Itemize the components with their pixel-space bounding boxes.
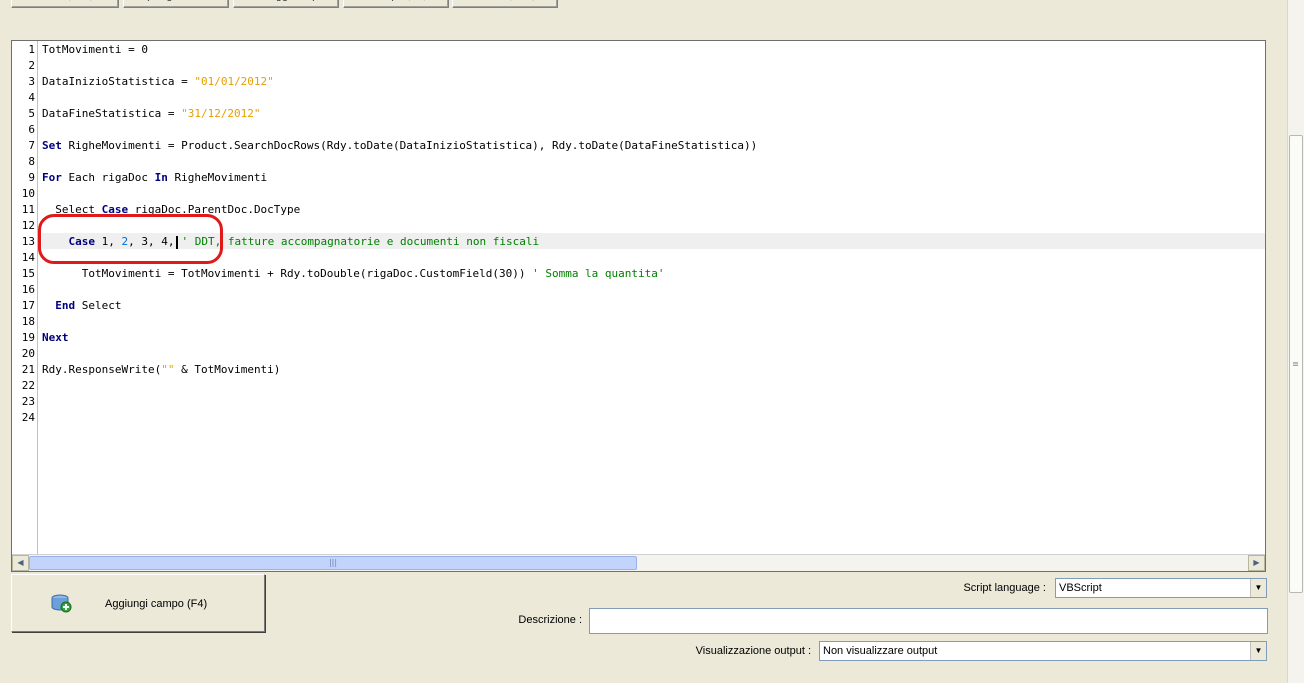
code-line[interactable]: Select Case rigaDoc.ParentDoc.DocType: [42, 201, 1265, 217]
script-language-label: Script language :: [963, 582, 1046, 594]
line-number: 3: [28, 75, 35, 88]
line-number: 23: [21, 395, 35, 408]
line-number: 19: [21, 331, 35, 344]
line-number: 16: [21, 283, 35, 296]
line-number: 15: [21, 267, 35, 280]
code-line[interactable]: [42, 185, 1265, 201]
code-line[interactable]: Set RigheMovimenti = Product.SearchDocRo…: [42, 137, 1265, 153]
print-button[interactable]: Stampa (F5): [343, 0, 449, 8]
code-line[interactable]: [42, 249, 1265, 265]
line-number: 1: [28, 43, 35, 56]
chevron-down-icon[interactable]: ▼: [1250, 579, 1266, 597]
code-line[interactable]: [42, 121, 1265, 137]
line-number: 12: [21, 219, 35, 232]
descrizione-label: Descrizione :: [518, 614, 582, 626]
visualizzazione-output-select[interactable]: Non visualizzare output ▼: [819, 641, 1267, 661]
line-number: 9: [28, 171, 35, 184]
horizontal-scroll-thumb[interactable]: |||: [29, 556, 637, 570]
descrizione-input[interactable]: [589, 608, 1268, 634]
horizontal-scrollbar[interactable]: ◀ ||| ▶: [12, 554, 1265, 571]
line-number: 6: [28, 123, 35, 136]
code-line[interactable]: [42, 57, 1265, 73]
code-line[interactable]: [42, 153, 1265, 169]
code-line[interactable]: For Each rigaDoc In RigheMovimenti: [42, 169, 1265, 185]
save-button[interactable]: Salva (F12): [11, 0, 119, 8]
code-line[interactable]: [42, 89, 1265, 105]
line-number: 20: [21, 347, 35, 360]
line-number-gutter: 1 2 3 4 5 6 7 8 9 10 11 12 13 14 15 16 17 18 19 20 21 22 23 24: [12, 41, 38, 555]
visualizzazione-output-label: Visualizzazione output :: [695, 645, 811, 657]
code-area[interactable]: TotMovimenti = 0 DataInizioStatistica = …: [42, 41, 1265, 555]
code-line[interactable]: [42, 281, 1265, 297]
code-line[interactable]: Rdy.ResponseWrite("" & TotMovimenti): [42, 361, 1265, 377]
add-field-label: Aggiungi campo (F4): [105, 598, 208, 610]
code-line[interactable]: [42, 345, 1265, 361]
script-language-value: VBScript: [1059, 582, 1102, 594]
line-number: 5: [28, 107, 35, 120]
code-line[interactable]: [42, 377, 1265, 393]
vertical-scroll-thumb[interactable]: ≡: [1289, 135, 1303, 593]
exit-button[interactable]: Uscita (ESC): [452, 0, 558, 8]
code-line[interactable]: Next: [42, 329, 1265, 345]
scroll-left-icon[interactable]: ◀: [12, 555, 29, 571]
scroll-right-icon[interactable]: ▶: [1248, 555, 1265, 571]
code-line[interactable]: End Select: [42, 297, 1265, 313]
chevron-down-icon[interactable]: ▼: [1250, 642, 1266, 660]
line-number: 24: [21, 411, 35, 424]
code-line-current[interactable]: Case 1, 2, 3, 4, ' DDT, fatture accompagn…: [42, 233, 1265, 249]
code-line[interactable]: [42, 409, 1265, 425]
line-number: 17: [21, 299, 35, 312]
script-language-select[interactable]: VBScript ▼: [1055, 578, 1267, 598]
line-number: 8: [28, 155, 35, 168]
line-number: 2: [28, 59, 35, 72]
code-line[interactable]: [42, 393, 1265, 409]
visualizzazione-output-value: Non visualizzare output: [823, 645, 938, 657]
add-field-button[interactable]: Aggiungi campo (F4): [11, 574, 265, 632]
database-add-icon: [51, 594, 72, 613]
scripting-reference-button[interactable]: Scripting reference: [123, 0, 229, 8]
code-line[interactable]: TotMovimenti = 0: [42, 41, 1265, 57]
line-number: 11: [21, 203, 35, 216]
line-number: 13: [21, 235, 35, 248]
line-number: 10: [21, 187, 35, 200]
highlight-annotation: [38, 214, 223, 264]
vertical-scrollbar[interactable]: ≡: [1287, 0, 1304, 683]
line-number: 4: [28, 91, 35, 104]
line-number: 18: [21, 315, 35, 328]
protect-script-button[interactable]: Proteggi script: [233, 0, 339, 8]
code-line[interactable]: [42, 217, 1265, 233]
script-editor[interactable]: 1 2 3 4 5 6 7 8 9 10 11 12 13 14 15 16 17 18 19 20 21 22 23 24 …: [11, 40, 1266, 572]
code-line[interactable]: DataFineStatistica = "31/12/2012": [42, 105, 1265, 121]
code-line[interactable]: DataInizioStatistica = "01/01/2012": [42, 73, 1265, 89]
line-number: 7: [28, 139, 35, 152]
line-number: 21: [21, 363, 35, 376]
line-number: 14: [21, 251, 35, 264]
line-number: 22: [21, 379, 35, 392]
code-line[interactable]: [42, 313, 1265, 329]
code-line[interactable]: TotMovimenti = TotMovimenti + Rdy.toDoub…: [42, 265, 1265, 281]
